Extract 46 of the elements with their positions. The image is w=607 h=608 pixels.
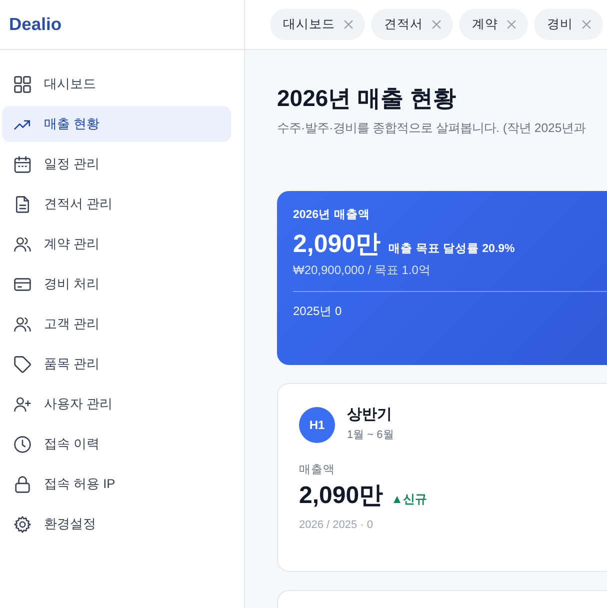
- tab[interactable]: 계약: [459, 9, 528, 40]
- credit-card-icon: [14, 276, 31, 292]
- close-icon[interactable]: [344, 20, 353, 29]
- tab[interactable]: 견적서: [371, 9, 453, 40]
- document-icon: [14, 196, 31, 212]
- sidebar-item[interactable]: 품목 관리: [2, 346, 231, 382]
- user-plus-icon: [14, 396, 31, 412]
- sidebar-item[interactable]: 사용자 관리: [2, 386, 231, 422]
- sidebar-item[interactable]: 고객 관리: [2, 306, 231, 342]
- period-title: 상반기: [347, 405, 393, 426]
- users-icon: [14, 316, 31, 332]
- page-title: 2026년 매출 현황: [277, 84, 457, 113]
- tab[interactable]: 대시보드: [270, 9, 365, 40]
- summary-amount: 2,090만: [293, 228, 381, 259]
- sidebar-item[interactable]: 일정 관리: [2, 146, 231, 182]
- sidebar-item[interactable]: 경비 처리: [2, 266, 231, 302]
- sidebar-item[interactable]: 견적서 관리: [2, 186, 231, 222]
- summary-label: 2026년 매출액: [293, 208, 371, 224]
- metric-value: 2,090만: [299, 481, 384, 512]
- sidebar-item[interactable]: 접속 허용 IP: [2, 466, 231, 502]
- goal-rate: 매출 목표 달성률 20.9%: [388, 242, 515, 257]
- sidebar-item[interactable]: 매출 현황: [2, 106, 231, 142]
- period-badge: H1: [299, 406, 335, 443]
- calendar-icon: [14, 156, 31, 172]
- summary-detail: ₩20,900,000 / 목표 1.0억: [293, 262, 432, 279]
- grid-icon: [14, 76, 31, 92]
- close-icon[interactable]: [432, 20, 441, 29]
- settings-icon: [14, 516, 31, 532]
- sidebar-item[interactable]: 계약 관리: [2, 226, 231, 262]
- sidebar-item[interactable]: 환경설정: [2, 506, 231, 542]
- period-range: 1월 ~ 6월: [347, 428, 394, 444]
- page-subtitle: 수주·발주·경비를 종합적으로 살펴봅니다. (작년 2025년과: [277, 120, 587, 137]
- close-icon[interactable]: [582, 20, 591, 29]
- sidebar-item[interactable]: 대시보드: [2, 66, 231, 102]
- tag-icon: [14, 356, 31, 372]
- period-footnote: 2026 / 2025 · 0: [299, 518, 374, 534]
- lock-icon: [14, 476, 31, 492]
- metric-label: 매출액: [299, 462, 336, 478]
- change-indicator: ▲신규: [391, 491, 427, 508]
- tab[interactable]: 경비: [534, 9, 603, 40]
- app-logo[interactable]: Dealio: [9, 11, 62, 38]
- previous-year: 2025년 0: [293, 302, 343, 320]
- sidebar-item[interactable]: 접속 이력: [2, 426, 231, 462]
- close-icon[interactable]: [507, 20, 516, 29]
- clock-icon: [14, 436, 31, 452]
- users-icon: [14, 236, 31, 252]
